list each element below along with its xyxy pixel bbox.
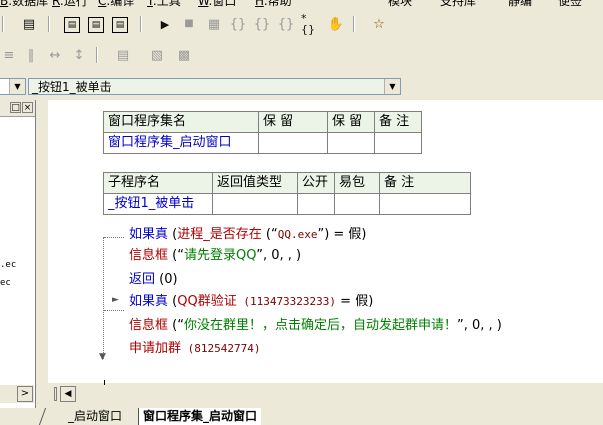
- menu-help[interactable]: H.帮助: [255, 0, 292, 8]
- close-icon[interactable]: ×: [22, 102, 33, 113]
- window-layout-icon[interactable]: ▤: [64, 17, 80, 33]
- align-center-icon[interactable]: ‖: [22, 46, 40, 64]
- table-header: 备 注: [374, 111, 422, 133]
- toolbar-separator: [140, 16, 142, 32]
- toolbar-main: ▤ ▤ ▤ ▤ ▶ ■ ▦ {} {} {} *{} ✋ ☆: [0, 13, 603, 35]
- table-header: 备 注: [379, 172, 471, 194]
- table-cell[interactable]: [327, 132, 375, 154]
- inspect-icon[interactable]: ▤: [20, 15, 38, 33]
- flow-line: [104, 310, 124, 311]
- split-layout-icon[interactable]: ▤: [88, 17, 104, 33]
- toolbar-separator: [2, 16, 4, 32]
- left-panel-item[interactable]: ec: [0, 278, 11, 289]
- menu-static-compile[interactable]: 静编: [508, 0, 532, 8]
- menu-modules[interactable]: 模块: [388, 0, 412, 8]
- code-line[interactable]: 信息框 (“你没在群里！，点击确定后，自动发起群申请！”, 0, , ): [129, 317, 502, 335]
- flow-line: [103, 237, 104, 359]
- table-cell[interactable]: 窗口程序集_启动窗口: [103, 132, 259, 154]
- table-cell[interactable]: [212, 193, 298, 215]
- code-line[interactable]: 如果真 (进程_是否存在 (“QQ.exe”) = 假): [129, 226, 367, 244]
- toolbar-separator: [353, 16, 355, 32]
- table-header: 返回值类型: [212, 172, 298, 194]
- menu-run[interactable]: R.运行: [52, 0, 88, 8]
- align-left-icon[interactable]: ≡: [0, 46, 18, 64]
- menu-bar: B.数据库 R.运行 C.编译 T.工具 W.窗口 H.帮助 模块 支持库 静编…: [0, 0, 603, 10]
- menu-tools[interactable]: T.工具: [147, 0, 181, 8]
- assembly-selector[interactable]: ▼: [0, 78, 26, 95]
- grid-layout-icon[interactable]: ▤: [112, 17, 128, 33]
- tab-bar: _启动窗口 窗口程序集_启动窗口: [38, 408, 603, 425]
- flow-arrow-icon: ▼: [99, 352, 106, 362]
- code-line[interactable]: 如果真 (QQ群验证 (113473323233) = 假): [129, 293, 373, 311]
- left-panel: □ × .ec ec >: [0, 100, 36, 408]
- debug-window-icon[interactable]: ▦: [205, 15, 223, 33]
- table-header: 易包: [334, 172, 380, 194]
- menu-support-lib[interactable]: 支持库: [440, 0, 476, 8]
- flow-line: [104, 237, 124, 238]
- stop-icon[interactable]: ■: [180, 15, 198, 33]
- chevron-down-icon[interactable]: ▼: [384, 79, 400, 94]
- space-horizontal-icon[interactable]: ↔: [46, 46, 64, 64]
- toolbar-separator: [96, 47, 98, 63]
- subroutine-table: 子程序名 返回值类型 公开 易包 备 注 _按钮1_被单击: [103, 172, 471, 215]
- code-line[interactable]: 申请加群 (812542774): [129, 340, 261, 358]
- table-cell[interactable]: [334, 193, 380, 215]
- tab-window-assembly[interactable]: 窗口程序集_启动窗口: [138, 408, 262, 425]
- run-icon[interactable]: ▶: [156, 15, 174, 33]
- run-to-cursor-icon[interactable]: *{}: [301, 13, 319, 35]
- menu-compile[interactable]: C.编译: [98, 0, 134, 8]
- toolbar-align: ≡ ‖ ↔ ↕ ▤ ▧ ▩: [0, 44, 603, 66]
- window-assembly-table: 窗口程序集名 保 留 保 留 备 注 窗口程序集_启动窗口: [103, 111, 422, 154]
- table-header: 保 留: [258, 111, 328, 133]
- step-out-icon[interactable]: {}: [277, 15, 295, 33]
- hand-icon[interactable]: ✋: [327, 15, 345, 33]
- table-cell[interactable]: [297, 193, 335, 215]
- table-cell[interactable]: [379, 193, 471, 215]
- same-size-icon[interactable]: ▩: [175, 46, 193, 64]
- scroll-left-icon[interactable]: ◀: [60, 386, 76, 402]
- chevron-down-icon[interactable]: ▼: [9, 79, 25, 94]
- menu-database[interactable]: B.数据库: [0, 0, 48, 8]
- selector-row: ▼ _按钮1_被单击 ▼: [0, 77, 603, 98]
- menu-notes[interactable]: 便签: [558, 0, 582, 8]
- left-panel-header: □ ×: [0, 100, 35, 117]
- table-cell[interactable]: [258, 132, 328, 154]
- horizontal-scrollbar[interactable]: ◀: [48, 385, 603, 403]
- flow-arrow-icon: ►: [112, 295, 119, 305]
- subroutine-selector[interactable]: _按钮1_被单击 ▼: [28, 78, 401, 95]
- subroutine-selector-value: _按钮1_被单击: [32, 80, 112, 94]
- scroll-right-icon[interactable]: >: [17, 386, 33, 402]
- toolbar-separator: [48, 16, 50, 32]
- step-into-icon[interactable]: {}: [229, 15, 247, 33]
- editor-gutter: [36, 100, 48, 383]
- left-panel-item[interactable]: .ec: [0, 260, 16, 271]
- table-header: 子程序名: [103, 172, 213, 194]
- table-cell[interactable]: _按钮1_被单击: [103, 193, 213, 215]
- left-panel-scrollbar[interactable]: >: [0, 385, 34, 403]
- table-header: 窗口程序集名: [103, 111, 259, 133]
- find-icon[interactable]: ☆: [370, 15, 388, 33]
- code-line[interactable]: 返回 (0): [129, 271, 178, 289]
- same-width-icon[interactable]: ▤: [114, 46, 132, 64]
- table-cell[interactable]: [374, 132, 422, 154]
- step-over-icon[interactable]: {}: [253, 15, 271, 33]
- space-vertical-icon[interactable]: ↕: [70, 46, 88, 64]
- scroll-start-icon[interactable]: [54, 387, 57, 401]
- table-header: 公开: [297, 172, 335, 194]
- same-height-icon[interactable]: ▧: [148, 46, 166, 64]
- tab-startup-window[interactable]: _启动窗口: [68, 408, 122, 425]
- menu-window[interactable]: W.窗口: [198, 0, 236, 8]
- table-header: 保 留: [327, 111, 375, 133]
- code-line[interactable]: 信息框 (“请先登录QQ”, 0, , ): [129, 247, 301, 265]
- restore-icon[interactable]: □: [10, 102, 21, 113]
